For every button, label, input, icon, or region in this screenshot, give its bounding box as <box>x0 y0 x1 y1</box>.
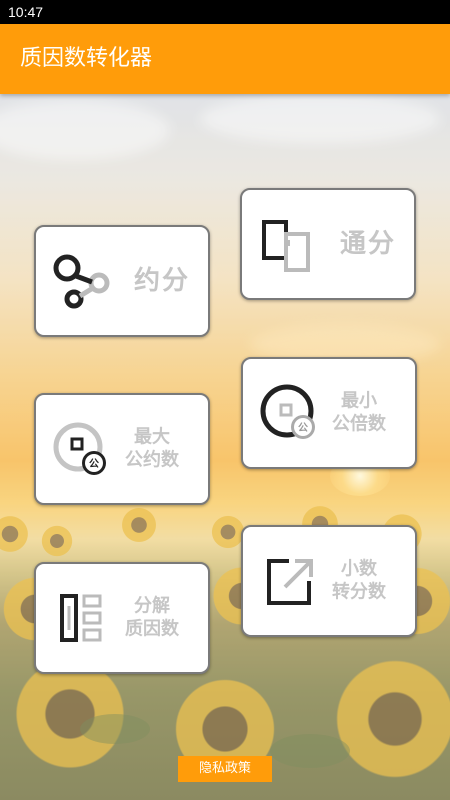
svg-text:公: 公 <box>298 422 308 434</box>
share-nodes-icon <box>52 251 112 311</box>
decimal-to-fraction-card[interactable]: 小数 转分数 <box>241 525 417 637</box>
gcd-label-line2: 公约数 <box>125 449 179 470</box>
split-panels-icon <box>258 214 318 274</box>
gcd-card[interactable]: 公 最大 公约数 <box>34 393 210 505</box>
factorize-label-line1: 分解 <box>134 595 170 617</box>
common-denominator-card[interactable]: 通分 <box>240 188 416 300</box>
status-time: 10:47 <box>8 4 44 20</box>
decimal-to-fraction-label-line1: 小数 <box>341 558 377 580</box>
reduce-label: 约分 <box>133 265 190 296</box>
list-blocks-icon <box>52 588 112 648</box>
decimal-to-fraction-label: 小数 转分数 <box>321 559 397 604</box>
privacy-policy-button[interactable]: 隐私政策 <box>178 756 272 782</box>
reduce-card[interactable]: 约分 <box>34 225 210 337</box>
lcm-ring-icon: 公 <box>259 383 319 443</box>
lcm-label-line2: 公倍数 <box>332 413 386 434</box>
decimal-to-fraction-label-line2: 转分数 <box>332 581 386 602</box>
app-bar: 质因数转化器 <box>0 24 450 94</box>
common-denominator-label: 通分 <box>339 228 396 259</box>
gcd-label: 最大 公约数 <box>114 427 190 472</box>
lcm-label-line1: 最小 <box>341 390 377 412</box>
factorize-label-line2: 质因数 <box>125 618 179 639</box>
gcd-label-line1: 最大 <box>134 426 170 448</box>
lcm-label: 最小 公倍数 <box>321 391 397 436</box>
external-arrow-icon <box>259 551 319 611</box>
svg-text:公: 公 <box>89 458 99 470</box>
factorize-card[interactable]: 分解 质因数 <box>34 562 210 674</box>
status-bar: 10:47 <box>0 0 450 24</box>
gcd-badge-icon: 公 <box>52 419 112 479</box>
factorize-label: 分解 质因数 <box>114 596 190 641</box>
page-title: 质因数转化器 <box>20 46 153 71</box>
lcm-card[interactable]: 公 最小 公倍数 <box>241 357 417 469</box>
